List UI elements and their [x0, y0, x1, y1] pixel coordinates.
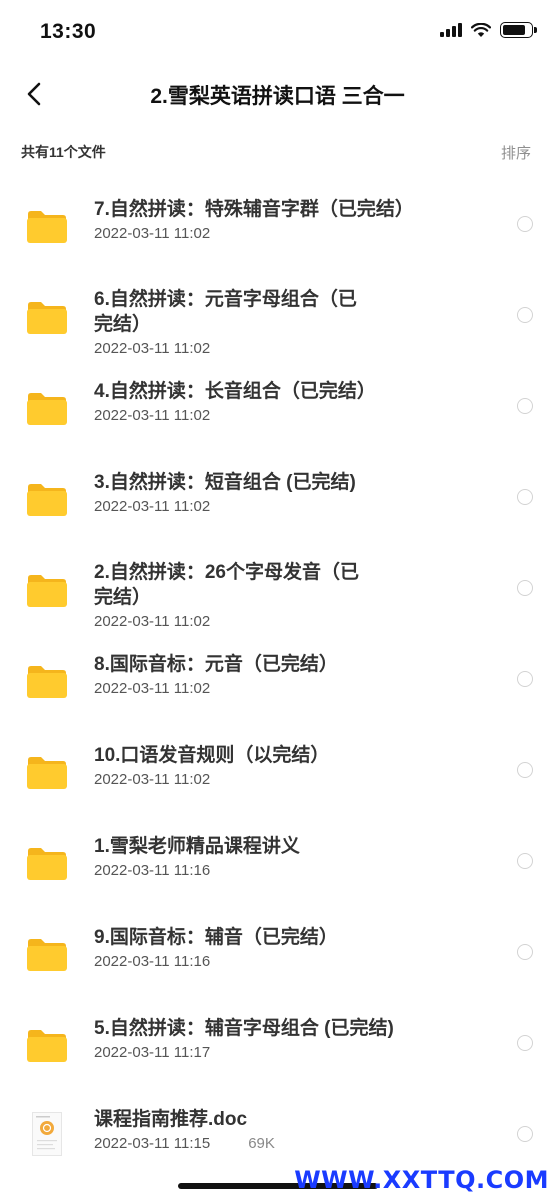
file-date: 2022-03-11 11:02 [94, 340, 211, 357]
file-date: 2022-03-11 11:02 [94, 771, 211, 788]
folder-row[interactable]: 3.自然拼读：短音组合 (已完结) 2022-03-11 11:02 [0, 453, 555, 541]
row-text: 4.自然拼读：长音组合（已完结） 2022-03-11 11:02 [94, 379, 495, 424]
file-date: 2022-03-11 11:02 [94, 613, 211, 630]
document-row[interactable]: 课程指南推荐.doc 2022-03-11 11:15 69K [0, 1090, 555, 1178]
file-date: 2022-03-11 11:02 [94, 407, 211, 424]
wifi-icon [471, 22, 491, 37]
row-text: 3.自然拼读：短音组合 (已完结) 2022-03-11 11:02 [94, 470, 495, 515]
document-thumbnail-icon [32, 1112, 62, 1156]
file-name: 10.口语发音规则（以完结） [94, 745, 330, 766]
row-text: 10.口语发音规则（以完结） 2022-03-11 11:02 [94, 743, 495, 788]
file-name: 6.自然拼读：元音字母组合（已 完结） [94, 289, 357, 335]
file-date: 2022-03-11 11:17 [94, 1044, 211, 1061]
file-date: 2022-03-11 11:15 [94, 1135, 211, 1152]
chevron-left-icon [27, 82, 41, 106]
list-subheader: 共有11个文件 排序 [0, 136, 555, 166]
select-radio[interactable] [517, 944, 533, 960]
file-name: 9.国际音标：辅音（已完结） [94, 927, 338, 948]
folder-row[interactable]: 2.自然拼读：26个字母发音（已 完结） 2022-03-11 11:02 [0, 544, 555, 632]
select-radio[interactable] [517, 307, 533, 323]
file-meta: 2022-03-11 11:02 [94, 680, 495, 697]
file-meta: 2022-03-11 11:02 [94, 771, 495, 788]
file-name: 7.自然拼读：特殊辅音字群（已完结） [94, 199, 414, 220]
watermark: WWW.XXTTQ.COM [294, 1166, 549, 1194]
file-meta: 2022-03-11 11:02 [94, 498, 495, 515]
row-text: 2.自然拼读：26个字母发音（已 完结） 2022-03-11 11:02 [94, 560, 495, 630]
file-meta: 2022-03-11 11:17 [94, 1044, 495, 1061]
folder-icon [27, 848, 67, 880]
row-text: 1.雪梨老师精品课程讲义 2022-03-11 11:16 [94, 834, 495, 879]
file-date: 2022-03-11 11:16 [94, 953, 211, 970]
select-radio[interactable] [517, 1035, 533, 1051]
row-text: 9.国际音标：辅音（已完结） 2022-03-11 11:16 [94, 925, 495, 970]
select-radio[interactable] [517, 216, 533, 232]
status-icons [440, 22, 537, 38]
file-name: 4.自然拼读：长音组合（已完结） [94, 381, 376, 402]
battery-icon [500, 22, 537, 38]
folder-icon [27, 939, 67, 971]
file-meta: 2022-03-11 11:02 [94, 225, 495, 242]
file-name: 1.雪梨老师精品课程讲义 [94, 836, 300, 857]
select-radio[interactable] [517, 853, 533, 869]
status-bar: 13:30 [0, 0, 555, 62]
folder-icon [27, 393, 67, 425]
folder-row[interactable]: 10.口语发音规则（以完结） 2022-03-11 11:02 [0, 726, 555, 814]
folder-icon [27, 484, 67, 516]
file-name: 课程指南推荐.doc [94, 1109, 248, 1130]
folder-icon [27, 757, 67, 789]
file-name: 2.自然拼读：26个字母发音（已 完结） [94, 562, 359, 608]
file-date: 2022-03-11 11:02 [94, 225, 211, 242]
row-text: 8.国际音标：元音（已完结） 2022-03-11 11:02 [94, 652, 495, 697]
folder-icon [27, 302, 67, 334]
sort-button[interactable]: 排序 [501, 142, 531, 163]
file-meta: 2022-03-11 11:15 69K [94, 1135, 495, 1152]
status-time: 13:30 [40, 20, 97, 43]
cellular-signal-icon [440, 23, 462, 37]
select-radio[interactable] [517, 398, 533, 414]
file-size: 69K [248, 1135, 275, 1152]
row-text: 课程指南推荐.doc 2022-03-11 11:15 69K [94, 1107, 495, 1152]
file-date: 2022-03-11 11:02 [94, 498, 211, 515]
folder-icon [27, 666, 67, 698]
file-meta: 2022-03-11 11:02 [94, 340, 495, 357]
folder-icon [27, 1030, 67, 1062]
select-radio[interactable] [517, 580, 533, 596]
file-date: 2022-03-11 11:02 [94, 680, 211, 697]
folder-row[interactable]: 5.自然拼读：辅音字母组合 (已完结) 2022-03-11 11:17 [0, 999, 555, 1087]
folder-icon [27, 211, 67, 243]
file-meta: 2022-03-11 11:16 [94, 953, 495, 970]
folder-row[interactable]: 8.国际音标：元音（已完结） 2022-03-11 11:02 [0, 635, 555, 723]
back-button[interactable] [14, 74, 54, 114]
file-meta: 2022-03-11 11:02 [94, 407, 495, 424]
folder-row[interactable]: 1.雪梨老师精品课程讲义 2022-03-11 11:16 [0, 817, 555, 905]
page-title: 2.雪梨英语拼读口语 三合一 [150, 85, 405, 108]
file-count: 共有11个文件 [21, 144, 106, 160]
folder-row[interactable]: 9.国际音标：辅音（已完结） 2022-03-11 11:16 [0, 908, 555, 996]
file-meta: 2022-03-11 11:16 [94, 862, 495, 879]
row-text: 5.自然拼读：辅音字母组合 (已完结) 2022-03-11 11:17 [94, 1016, 495, 1061]
row-text: 7.自然拼读：特殊辅音字群（已完结） 2022-03-11 11:02 [94, 197, 495, 242]
nav-bar: 2.雪梨英语拼读口语 三合一 [0, 62, 555, 126]
file-meta: 2022-03-11 11:02 [94, 613, 495, 630]
folder-row[interactable]: 6.自然拼读：元音字母组合（已 完结） 2022-03-11 11:02 [0, 271, 555, 359]
select-radio[interactable] [517, 1126, 533, 1142]
select-radio[interactable] [517, 762, 533, 778]
folder-row[interactable]: 4.自然拼读：长音组合（已完结） 2022-03-11 11:02 [0, 362, 555, 450]
file-name: 3.自然拼读：短音组合 (已完结) [94, 472, 356, 493]
file-name: 8.国际音标：元音（已完结） [94, 654, 338, 675]
select-radio[interactable] [517, 489, 533, 505]
select-radio[interactable] [517, 671, 533, 687]
row-text: 6.自然拼读：元音字母组合（已 完结） 2022-03-11 11:02 [94, 287, 495, 357]
folder-icon [27, 575, 67, 607]
file-name: 5.自然拼读：辅音字母组合 (已完结) [94, 1018, 394, 1039]
folder-row[interactable]: 7.自然拼读：特殊辅音字群（已完结） 2022-03-11 11:02 [0, 180, 555, 268]
file-date: 2022-03-11 11:16 [94, 862, 211, 879]
